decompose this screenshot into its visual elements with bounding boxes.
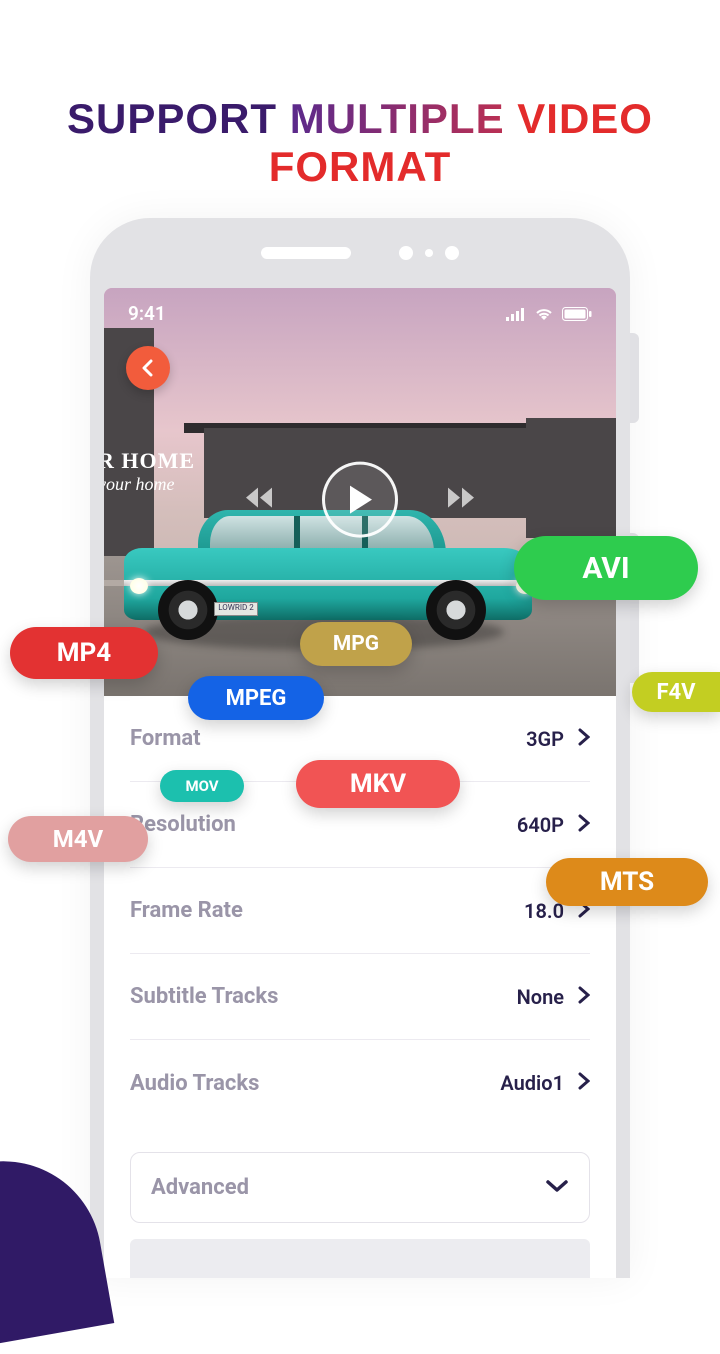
format-pill-mp4: MP4 [10, 627, 158, 679]
setting-label: Audio Tracks [130, 1071, 259, 1096]
headline-part1: SUPPORT [67, 95, 290, 142]
setting-value: 640P [517, 813, 564, 837]
status-time: 9:41 [128, 302, 166, 325]
format-pill-f4v: F4V [632, 672, 720, 712]
billboard-sign: R HOME your home [104, 448, 228, 495]
phone-notch [90, 218, 630, 288]
setting-label: Frame Rate [130, 898, 243, 923]
headline: SUPPORT MULTIPLE VIDEO FORMAT [0, 0, 720, 191]
setting-label: Format [130, 726, 201, 751]
format-pill-mpg: MPG [300, 622, 412, 666]
phone-side-button [630, 333, 639, 423]
chevron-right-icon [578, 1072, 590, 1094]
status-bar: 9:41 [104, 302, 616, 325]
wifi-icon [534, 307, 554, 321]
play-icon [346, 484, 374, 516]
subtitle-row[interactable]: Subtitle Tracks None [130, 954, 590, 1040]
format-pill-mts: MTS [546, 858, 708, 906]
chevron-right-icon [578, 986, 590, 1008]
framerate-row[interactable]: Frame Rate 18.0 [130, 868, 590, 954]
chevron-left-icon [140, 359, 156, 377]
chevron-right-icon [578, 814, 590, 836]
play-button[interactable] [322, 462, 398, 538]
headline-part2: MULTIPLE [290, 95, 518, 142]
sensor-dot [425, 249, 433, 257]
speaker-slot [261, 247, 351, 259]
format-pill-mkv: MKV [296, 760, 460, 808]
advanced-label: Advanced [151, 1175, 249, 1200]
phone-frame: R HOME your home LOWRID 2 9:41 [90, 218, 630, 1278]
bottom-panel [130, 1239, 590, 1278]
forward-button[interactable] [446, 486, 476, 514]
setting-value: 3GP [526, 727, 564, 751]
rewind-button[interactable] [244, 486, 274, 514]
setting-value: Audio1 [500, 1071, 564, 1095]
format-pill-mov: MOV [160, 770, 244, 802]
battery-icon [562, 307, 592, 321]
camera-dot [445, 246, 459, 260]
signal-icon [506, 307, 526, 321]
setting-label: Subtitle Tracks [130, 984, 278, 1009]
license-plate: LOWRID 2 [214, 602, 258, 616]
advanced-toggle[interactable]: Advanced [130, 1152, 590, 1223]
play-controls [244, 462, 476, 538]
setting-value: None [517, 985, 564, 1009]
format-pill-avi: AVI [514, 536, 698, 600]
chevron-right-icon [578, 728, 590, 750]
format-pill-mpeg: MPEG [188, 676, 324, 720]
format-pill-m4v: M4V [8, 816, 148, 862]
camera-dot [399, 246, 413, 260]
back-button[interactable] [126, 346, 170, 390]
audio-row[interactable]: Audio Tracks Audio1 [130, 1040, 590, 1126]
chevron-down-icon [545, 1178, 569, 1197]
